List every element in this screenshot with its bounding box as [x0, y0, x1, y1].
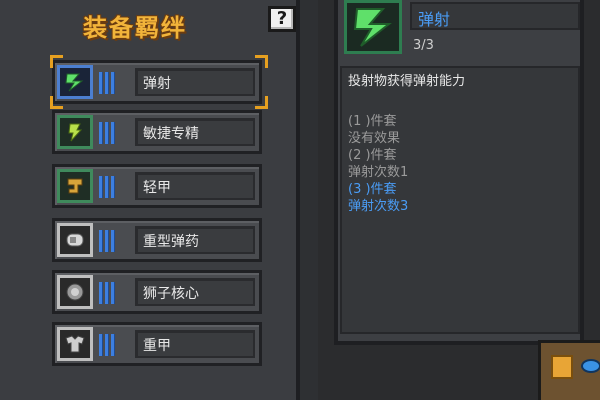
tier-bars	[99, 176, 115, 198]
heavy-armor-icon	[57, 327, 93, 361]
tier-bars	[99, 72, 115, 94]
bond-row-lion-core[interactable]: 狮子核心	[52, 270, 262, 314]
bond-label-box: 重型弹药	[135, 226, 255, 254]
selection-corner-tl	[50, 55, 63, 68]
ricochet-bolt-icon	[57, 65, 93, 99]
bond-label-box: 狮子核心	[135, 278, 255, 306]
ricochet-bolt-icon	[344, 0, 402, 54]
bond-row-heavy-ammo[interactable]: 重型弹药	[52, 218, 262, 262]
light-armor-icon	[57, 169, 93, 203]
bond-label: 重甲	[143, 338, 171, 354]
bond-row-ricochet[interactable]: 弹射	[52, 60, 262, 104]
bond-label: 弹射	[143, 76, 171, 92]
lock-icon[interactable]	[551, 355, 573, 379]
equipment-bonds-panel: 装备羁绊 ? 弹射 敏捷专精 轻甲 重型弹药 狮子核心 重甲	[0, 0, 300, 400]
bond-label: 敏捷专精	[143, 126, 199, 142]
bond-row-light-armor[interactable]: 轻甲	[52, 164, 262, 208]
bond-description-box: 投射物获得弹射能力 (1 )件套 没有效果 (2 )件套 弹射次数1 (3 )件…	[340, 66, 580, 334]
tier-3-effect: 弹射次数3	[348, 199, 409, 214]
tier-bars	[99, 334, 115, 356]
bond-label-box: 轻甲	[135, 172, 255, 200]
inventory-corner	[538, 340, 600, 400]
selection-corner-bl	[50, 96, 63, 109]
tier-bars	[99, 282, 115, 304]
tier-bars	[99, 122, 115, 144]
bond-row-heavy-armor[interactable]: 重甲	[52, 322, 262, 366]
bond-description: 投射物获得弹射能力	[348, 74, 466, 89]
detail-name-box: 弹射	[410, 2, 580, 30]
bond-label-box: 弹射	[135, 68, 255, 96]
eye-icon[interactable]	[581, 359, 600, 373]
agility-feather-icon	[57, 115, 93, 149]
bond-row-agility[interactable]: 敏捷专精	[52, 110, 262, 154]
heavy-ammo-icon	[57, 223, 93, 257]
bond-label: 狮子核心	[143, 286, 199, 302]
bond-label: 重型弹药	[143, 234, 199, 250]
selection-corner-br	[255, 96, 268, 109]
tier-bars	[99, 230, 115, 252]
lion-core-icon	[57, 275, 93, 309]
detail-equipped-count: 3/3	[413, 38, 434, 53]
detail-bond-name: 弹射	[418, 10, 451, 29]
bond-label-box: 敏捷专精	[135, 118, 255, 146]
bond-label-box: 重甲	[135, 330, 255, 358]
bond-label: 轻甲	[143, 180, 171, 196]
bond-list: 弹射 敏捷专精 轻甲 重型弹药 狮子核心 重甲	[0, 0, 300, 400]
selection-corner-tr	[255, 55, 268, 68]
